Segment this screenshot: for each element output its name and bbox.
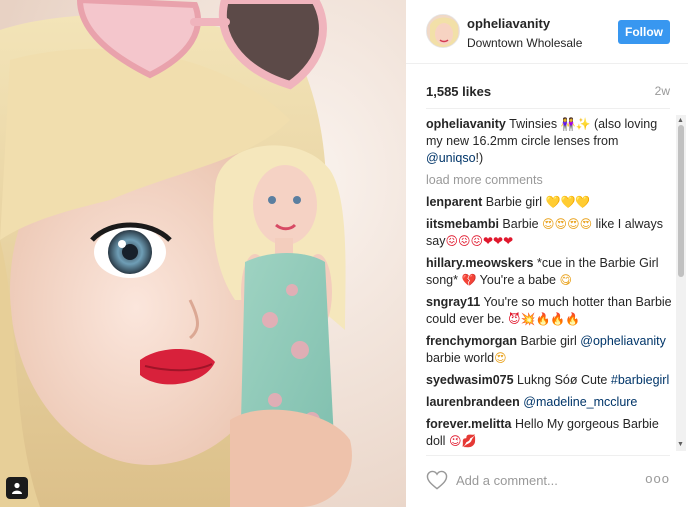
comment-emoji: 💛💛💛 <box>545 195 591 209</box>
avatar[interactable] <box>426 14 460 48</box>
comment-text: Twinsies <box>509 117 558 131</box>
scroll-thumb[interactable] <box>678 125 684 277</box>
post-header: opheliavanity Downtown Wholesale Follow <box>406 0 688 64</box>
add-comment-input[interactable] <box>456 471 636 489</box>
list-item: forever.melitta Hello My gorgeous Barbie… <box>426 416 676 450</box>
comment-text: Barbie girl <box>485 195 543 209</box>
comment-emoji: 😋 <box>559 273 572 287</box>
comment-emoji: 💔 <box>461 273 477 287</box>
list-item: frenchymorgan Barbie girl @opheliavanity… <box>426 333 676 367</box>
comment-bar: ooo <box>426 465 670 495</box>
comment-text: !) <box>475 151 484 165</box>
divider <box>426 108 670 109</box>
hashtag-link[interactable]: #barbiegirl <box>611 373 669 387</box>
list-item: syedwasim075 Lukng Sóø Cute #barbiegirl <box>426 372 676 389</box>
comment-text: Barbie <box>502 217 539 231</box>
post-photo[interactable] <box>0 0 406 507</box>
list-item: sngray11 You're so much hotter than Barb… <box>426 294 676 328</box>
post-location[interactable]: Downtown Wholesale <box>467 36 582 50</box>
comment-emoji: 😈💥🔥🔥🔥 <box>508 312 581 326</box>
likes-count[interactable]: 1,585 likes <box>426 84 491 99</box>
list-item: hillary.meowskers *cue in the Barbie Gir… <box>426 255 676 289</box>
scroll-up-arrow-icon[interactable]: ▲ <box>677 117 684 125</box>
comment-username[interactable]: hillary.meowskers <box>426 256 533 270</box>
comment-emoji: 😖😖😖❤❤❤ <box>445 234 514 248</box>
list-item: laurenbrandeen @madeline_mcclure <box>426 394 676 411</box>
user-tag-icon[interactable] <box>6 477 28 499</box>
comment-username[interactable]: opheliavanity <box>426 117 506 131</box>
post-username[interactable]: opheliavanity <box>467 16 550 31</box>
comment-emoji: 😉💋 <box>448 434 477 448</box>
heart-outline-icon[interactable] <box>426 470 448 490</box>
comment-emoji: 😍😍😍😍 <box>542 217 593 231</box>
comment-text: You're a babe <box>479 273 556 287</box>
mention-link[interactable]: @opheliavanity <box>580 334 666 348</box>
mention-link[interactable]: @madeline_mcclure <box>523 395 637 409</box>
list-item: iitsmebambi Barbie 😍😍😍😍 like I always sa… <box>426 216 676 250</box>
comment-emoji: 😍 <box>494 351 507 365</box>
caption: opheliavanity Twinsies 👭✨ (also loving m… <box>426 116 676 167</box>
comments-list[interactable]: opheliavanity Twinsies 👭✨ (also loving m… <box>426 116 676 452</box>
list-item: lenparent Barbie girl 💛💛💛 <box>426 194 676 211</box>
comment-username[interactable]: syedwasim075 <box>426 373 514 387</box>
follow-button[interactable]: Follow <box>618 20 670 44</box>
comment-username[interactable]: frenchymorgan <box>426 334 517 348</box>
comment-text: barbie world <box>426 351 495 365</box>
comment-username[interactable]: lenparent <box>426 195 482 209</box>
mention-link[interactable]: @uniqso <box>426 151 476 165</box>
comment-username[interactable]: laurenbrandeen <box>426 395 520 409</box>
divider <box>426 455 670 456</box>
comment-username[interactable]: sngray11 <box>426 295 480 309</box>
comment-text: Lukng Sóø Cute <box>517 373 608 387</box>
post-age[interactable]: 2w <box>655 84 670 98</box>
comment-username[interactable]: iitsmebambi <box>426 217 499 231</box>
load-more-comments-link[interactable]: load more comments <box>426 172 676 189</box>
comments-scrollbar[interactable]: ▲ ▼ <box>676 115 686 451</box>
comment-username[interactable]: forever.melitta <box>426 417 511 431</box>
comment-emoji: 👭✨ <box>560 117 591 131</box>
scroll-down-arrow-icon[interactable]: ▼ <box>677 441 684 449</box>
more-options-icon[interactable]: ooo <box>645 472 670 485</box>
selfie-with-doll-image <box>0 0 406 507</box>
post-stats: 1,585 likes 2w <box>426 84 670 100</box>
comment-text: Barbie girl <box>520 334 577 348</box>
post-details-panel: opheliavanity Downtown Wholesale Follow … <box>406 0 688 507</box>
